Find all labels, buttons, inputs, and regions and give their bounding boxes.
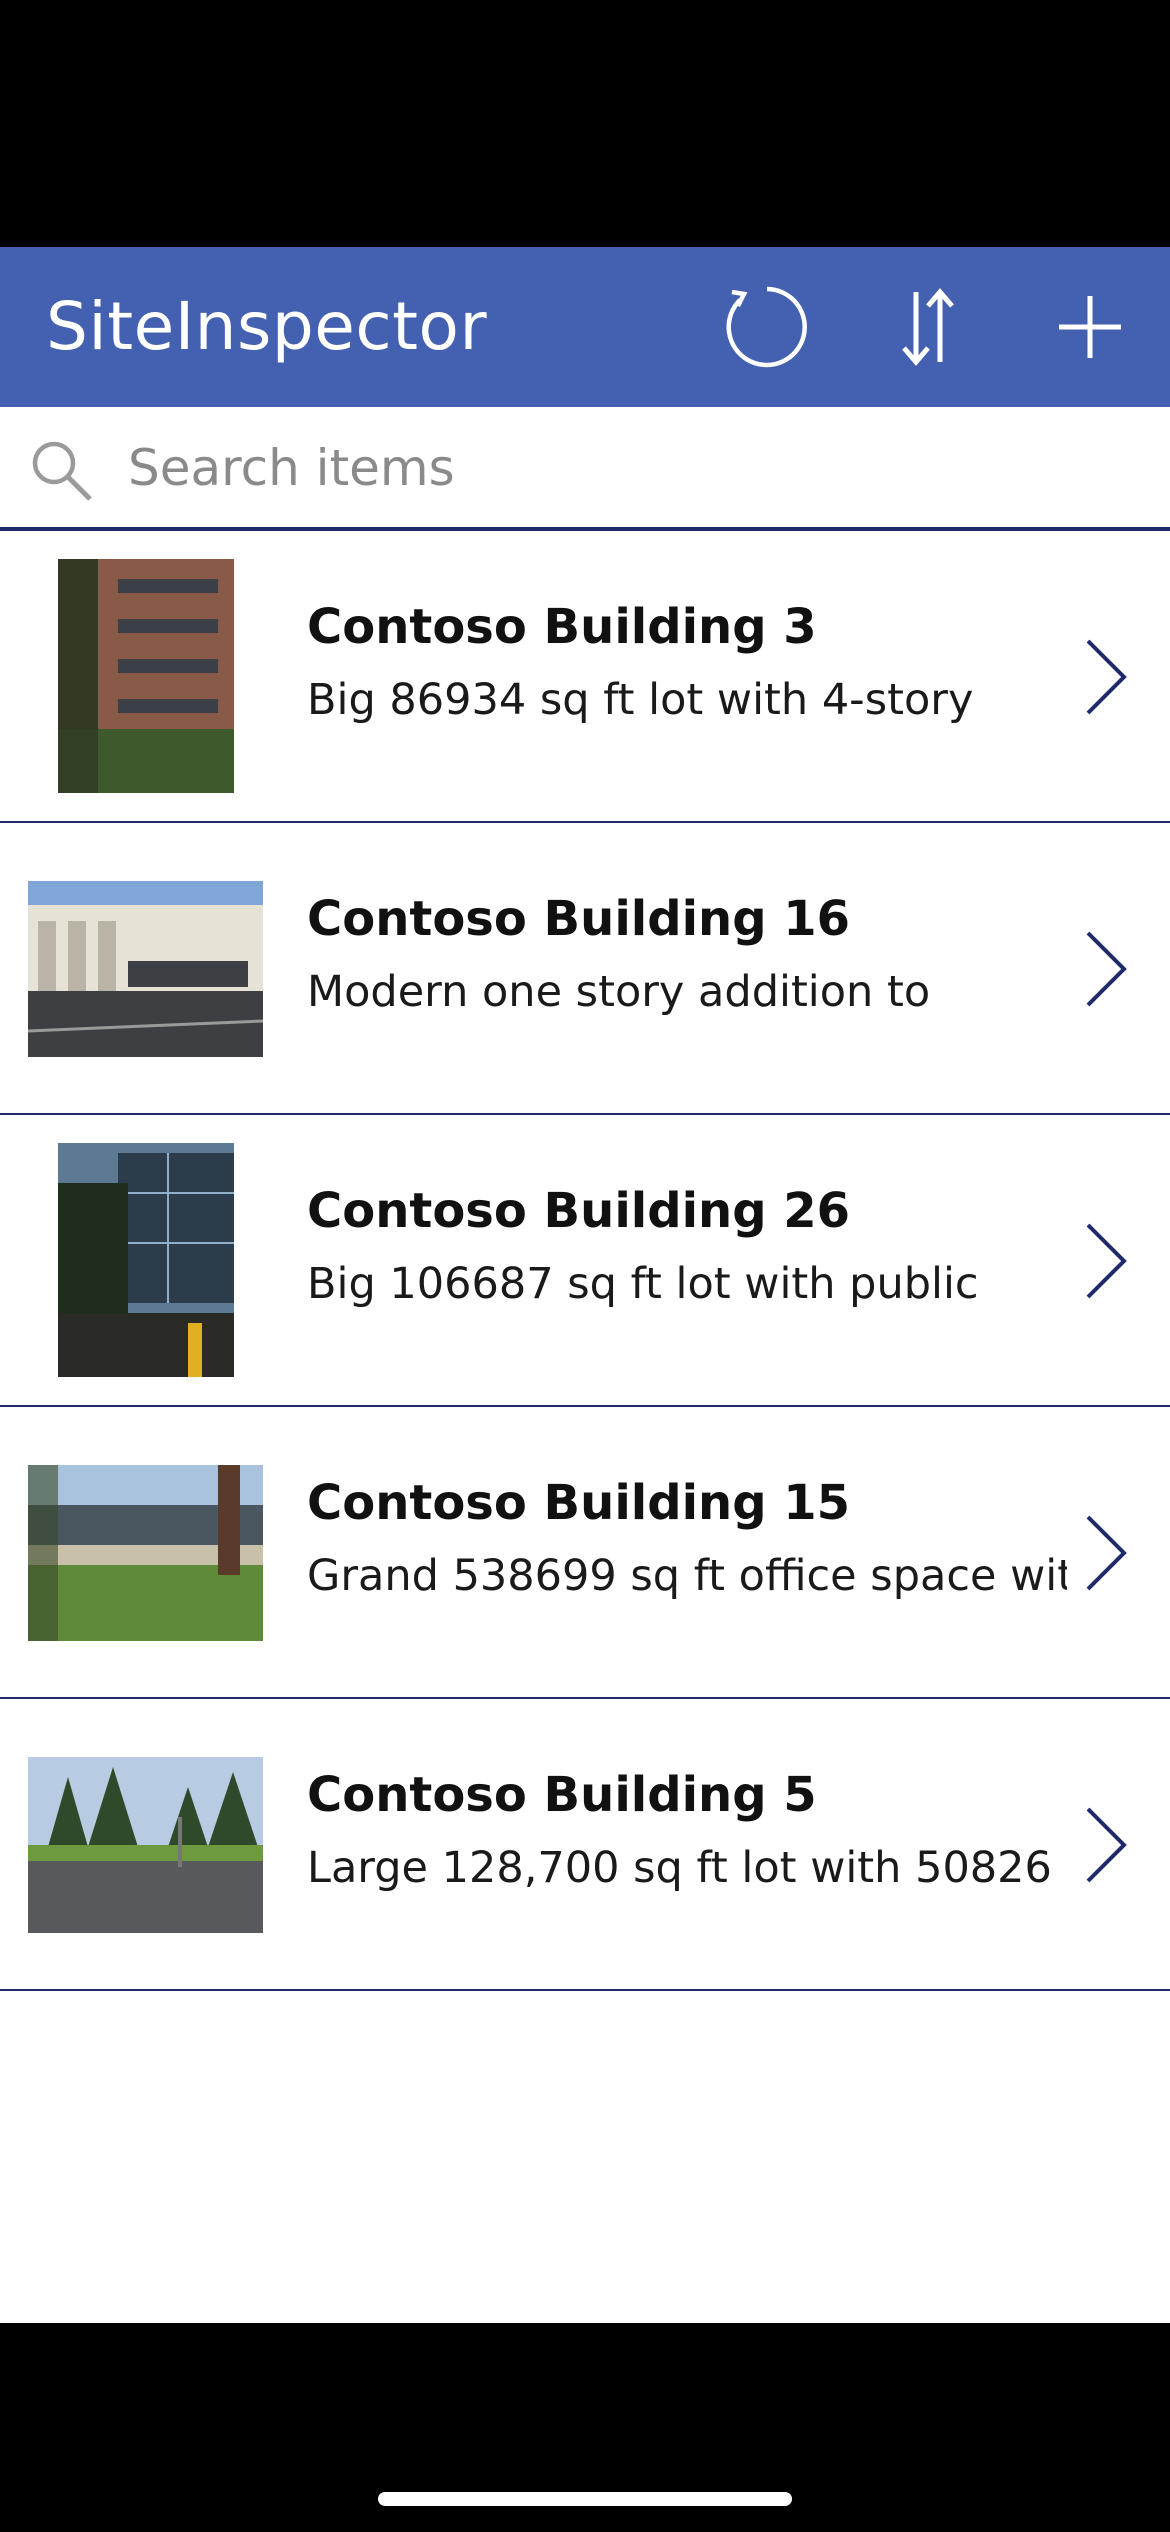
list-item[interactable]: Contoso Building 26 Big 106687 sq ft lot… — [0, 1115, 1170, 1407]
sort-button[interactable] — [878, 277, 978, 377]
parking-lot-photo — [28, 1757, 263, 1933]
item-description: Grand 538699 sq ft office space with — [307, 1551, 1067, 1601]
refresh-button[interactable] — [717, 277, 817, 377]
chevron-right-icon — [1086, 1807, 1127, 1883]
home-indicator[interactable] — [378, 2492, 792, 2506]
app-header: SiteInspector — [0, 247, 1170, 407]
building-photo — [28, 881, 263, 1057]
item-description: Large 128,700 sq ft lot with 50826 — [307, 1843, 1052, 1893]
app-title: SiteInspector — [46, 288, 488, 365]
landscape-photo — [28, 1465, 263, 1641]
list-item[interactable]: Contoso Building 15 Grand 538699 sq ft o… — [0, 1407, 1170, 1699]
status-bar — [0, 0, 1170, 247]
chevron-right-icon — [1086, 931, 1127, 1007]
add-icon — [1059, 296, 1121, 358]
item-description: Big 106687 sq ft lot with public — [307, 1259, 979, 1309]
item-description: Big 86934 sq ft lot with 4-story — [307, 675, 974, 725]
refresh-icon — [726, 286, 807, 368]
items-list: Contoso Building 3 Big 86934 sq ft lot w… — [0, 531, 1170, 1991]
list-item[interactable]: Contoso Building 5 Large 128,700 sq ft l… — [0, 1699, 1170, 1991]
search-bar — [0, 407, 1170, 531]
search-icon — [32, 441, 92, 501]
chevron-right-icon — [1086, 639, 1127, 715]
item-description: Modern one story addition to — [307, 967, 931, 1017]
building-photo — [58, 1143, 234, 1377]
item-title: Contoso Building 16 — [307, 891, 851, 947]
app-screen: SiteInspector Search items Contoso Build… — [0, 247, 1170, 2323]
building-photo — [58, 559, 234, 793]
add-button[interactable] — [1040, 277, 1140, 377]
list-item[interactable]: Contoso Building 16 Modern one story add… — [0, 823, 1170, 1115]
item-title: Contoso Building 3 — [307, 599, 817, 655]
search-input[interactable] — [126, 427, 1130, 509]
chevron-right-icon — [1086, 1223, 1127, 1299]
list-item[interactable]: Contoso Building 3 Big 86934 sq ft lot w… — [0, 531, 1170, 823]
chevron-right-icon — [1086, 1515, 1127, 1591]
item-title: Contoso Building 15 — [307, 1475, 851, 1531]
sort-icon — [902, 288, 954, 366]
item-title: Contoso Building 5 — [307, 1767, 817, 1823]
item-title: Contoso Building 26 — [307, 1183, 851, 1239]
